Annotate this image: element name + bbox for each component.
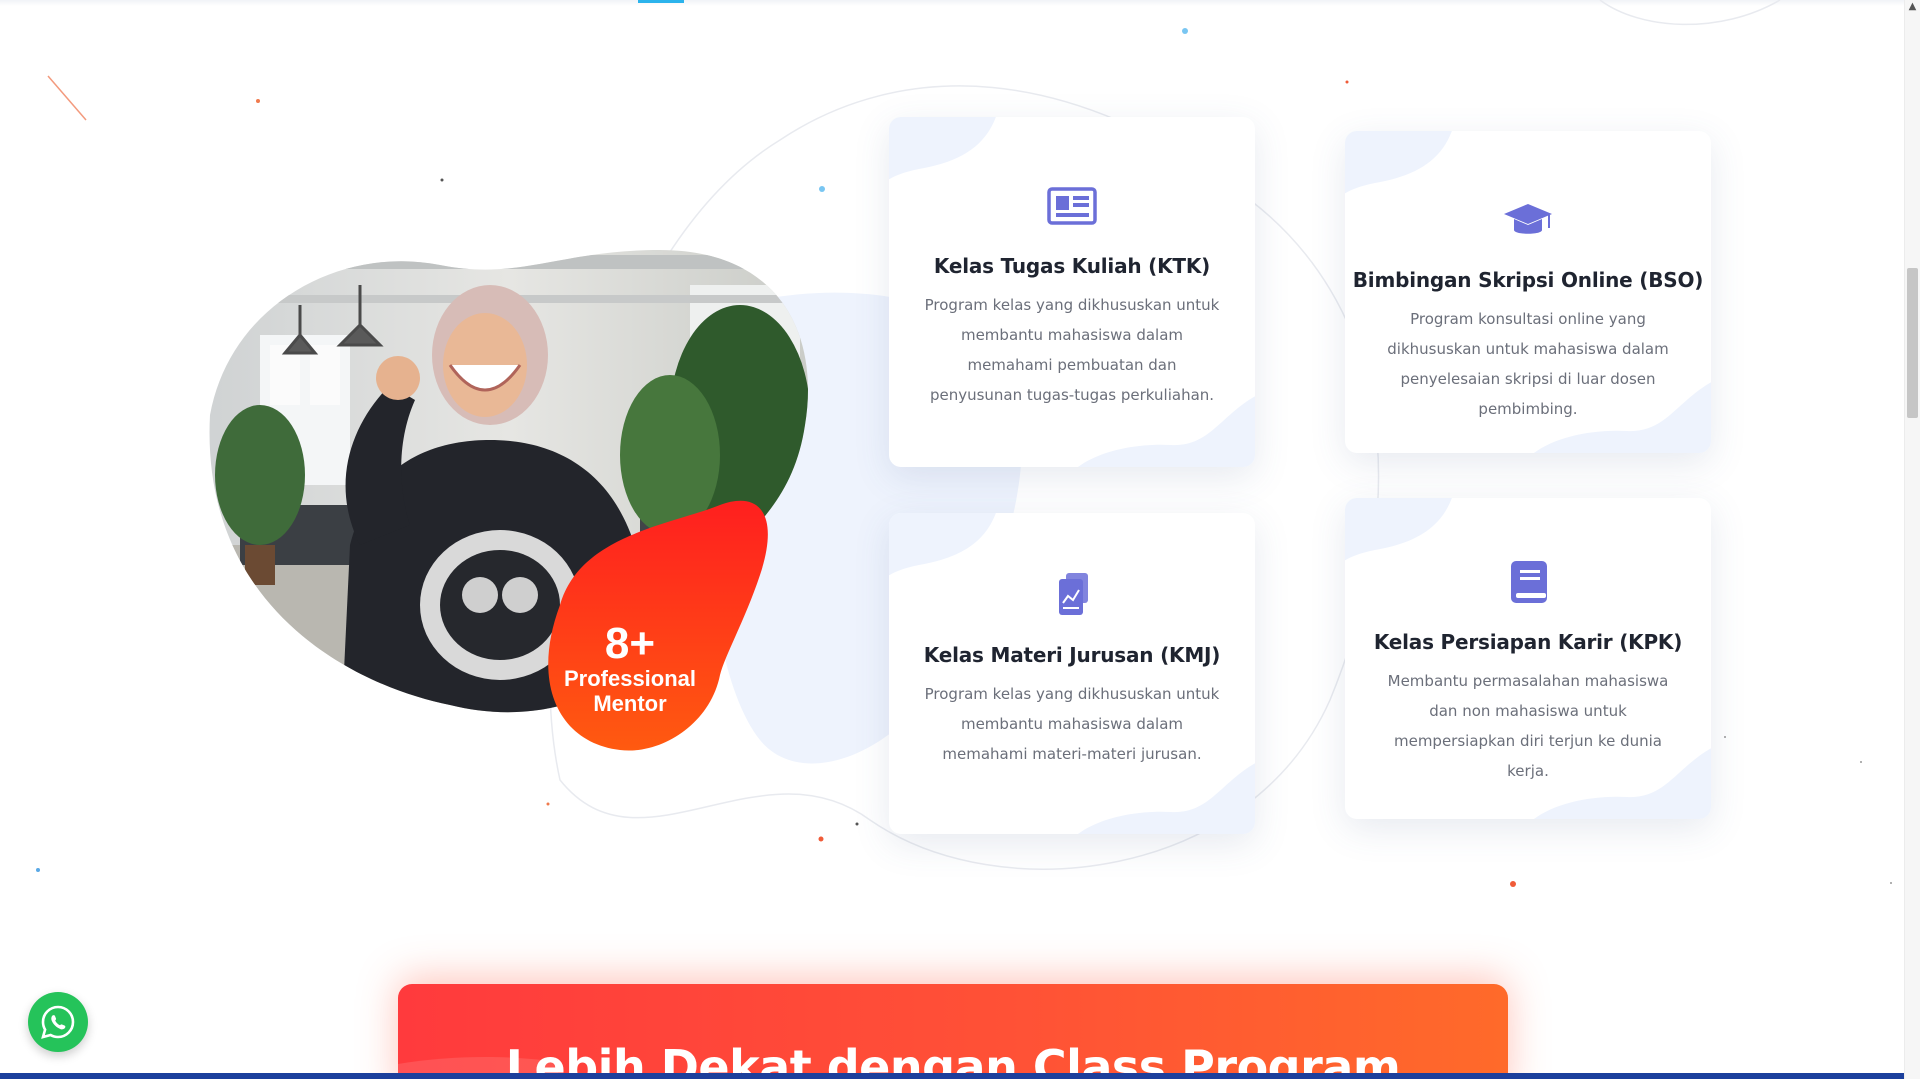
bottom-bar xyxy=(0,1073,1905,1079)
card-description: Program kelas yang dikhususkan untuk mem… xyxy=(924,296,1220,404)
mentor-badge: 8+ Professional Mentor xyxy=(540,619,720,717)
mentor-count: 8+ xyxy=(604,619,656,668)
card-description: Program konsultasi online yang dikhususk… xyxy=(1387,310,1669,418)
card-title: Kelas Materi Jurusan (KMJ) xyxy=(923,643,1221,667)
header-shadow xyxy=(0,0,1905,6)
newspaper-icon xyxy=(1046,184,1098,228)
card-title: Kelas Persiapan Karir (KPK) xyxy=(1373,630,1683,654)
whatsapp-button[interactable] xyxy=(28,992,88,1052)
cta-banner: Lebih Dekat dengan Class Program xyxy=(398,984,1508,1079)
program-card-ktk[interactable]: Kelas Tugas Kuliah (KTK) Program kelas y… xyxy=(889,117,1255,467)
mentor-photo-image xyxy=(209,250,809,751)
program-card-kmj[interactable]: Kelas Materi Jurusan (KMJ) Program kelas… xyxy=(889,513,1255,834)
mentor-label-line1: Professional xyxy=(563,666,697,691)
book-icon xyxy=(1502,560,1554,604)
program-card-kpk[interactable]: Kelas Persiapan Karir (KPK) Membantu per… xyxy=(1345,498,1711,819)
card-title: Bimbingan Skripsi Online (BSO) xyxy=(1352,268,1704,292)
hero-photo xyxy=(200,245,820,755)
card-title: Kelas Tugas Kuliah (KTK) xyxy=(933,254,1211,278)
scrollbar-thumb[interactable] xyxy=(1907,268,1918,418)
mentor-label-line2: Mentor xyxy=(593,691,667,716)
card-description: Program kelas yang dikhususkan untuk mem… xyxy=(924,685,1220,763)
whatsapp-icon xyxy=(41,1005,75,1039)
scroll-up-arrow-icon[interactable]: ▲ xyxy=(1908,2,1917,12)
graduation-cap-icon xyxy=(1502,198,1554,242)
page: 8+ Professional Mentor Kelas Tugas Kulia… xyxy=(0,0,1920,1079)
program-card-bso[interactable]: Bimbingan Skripsi Online (BSO) Program k… xyxy=(1345,131,1711,453)
vertical-scrollbar[interactable]: ▲ xyxy=(1904,0,1920,1079)
document-chart-icon xyxy=(1046,573,1098,617)
card-description: Membantu permasalahan mahasiswa dan non … xyxy=(1387,672,1669,780)
active-nav-indicator xyxy=(638,0,684,3)
